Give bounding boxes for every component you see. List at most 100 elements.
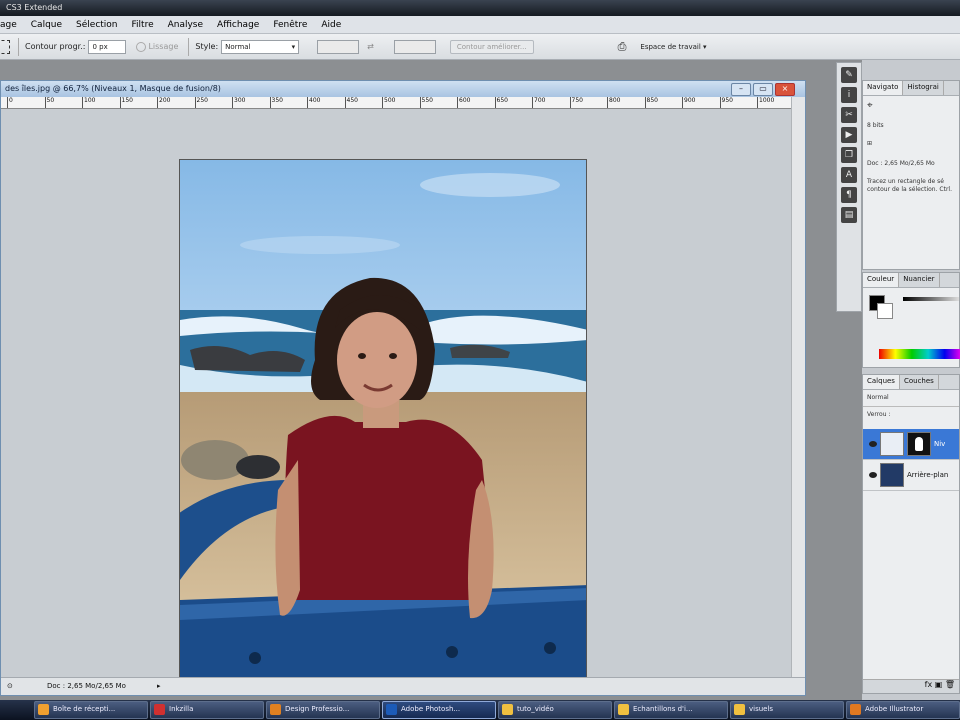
history-brush-icon[interactable]: ✎ [841, 67, 857, 83]
layer-comps-icon[interactable]: ▤ [841, 207, 857, 223]
taskbar-label: visuels [749, 705, 774, 713]
trash-icon[interactable]: 🗑 [945, 680, 955, 689]
new-layer-icon[interactable]: ▣ [935, 680, 943, 689]
tab-swatches[interactable]: Nuancier [899, 273, 940, 287]
menu-calque[interactable]: Calque [31, 20, 62, 30]
layer-name: Niv [934, 440, 946, 448]
taskbar-label: Echantillons d'i... [633, 705, 693, 713]
ruler-tick-label: 550 [419, 97, 433, 108]
tab-histogram[interactable]: Histograi [903, 81, 944, 95]
height-input[interactable] [393, 39, 436, 54]
taskbar-label: Boîte de récepti... [53, 705, 116, 713]
taskbar-item-tuto[interactable]: tuto_vidéo [498, 701, 612, 719]
ruler-tick-label: 450 [344, 97, 358, 108]
firefox-icon [270, 704, 281, 715]
document-window: des îles.jpg @ 66,7% (Niveaux 1, Masque … [0, 80, 806, 696]
photo-image[interactable] [179, 159, 587, 687]
paragraph-icon[interactable]: ¶ [841, 187, 857, 203]
folder-icon [734, 704, 745, 715]
ruler-tick-label: 850 [644, 97, 658, 108]
marquee-tool-icon[interactable] [0, 39, 10, 54]
visibility-eye-icon[interactable] [869, 441, 877, 447]
photoshop-icon [386, 704, 397, 715]
ruler-tick-label: 950 [719, 97, 733, 108]
taskbar-item-illustrator[interactable]: Adobe Illustrator [846, 701, 960, 719]
ruler-tick-label: 900 [682, 97, 695, 108]
color-spectrum[interactable] [879, 349, 960, 359]
browser-icon [154, 704, 165, 715]
navigator-panel: Navigato Histograi ⌖ 8 bits ⊞ Doc : 2,65… [862, 80, 960, 270]
status-menu-arrow[interactable]: ▸ [157, 678, 161, 694]
menu-affichage[interactable]: Affichage [217, 20, 259, 30]
taskbar-item-design[interactable]: Design Professio... [266, 701, 380, 719]
workspace-button[interactable]: Espace de travail ▾ [640, 43, 706, 51]
style-label: Style: [195, 42, 219, 51]
vertical-scrollbar[interactable] [791, 97, 805, 677]
tool-hint-text: Tracez un rectangle de sé contour de la … [867, 178, 952, 193]
illustrator-icon [850, 704, 861, 715]
photo-artwork [180, 160, 586, 686]
background-layer-thumbnail [880, 463, 904, 487]
zoom-icon[interactable]: ⊙ [7, 678, 13, 694]
menu-analyse[interactable]: Analyse [168, 20, 203, 30]
panels-dock: Navigato Histograi ⌖ 8 bits ⊞ Doc : 2,65… [862, 60, 960, 700]
maximize-button[interactable]: ▭ [753, 83, 773, 96]
layer-name: Arrière-plan [907, 471, 949, 479]
style-select[interactable]: Normal ▾ [221, 39, 300, 54]
clone-icon[interactable]: ❐ [841, 147, 857, 163]
ruler-tick-label: 700 [532, 97, 545, 108]
width-input[interactable] [317, 39, 360, 54]
ruler-tick-label: 800 [607, 97, 620, 108]
add-style-icon[interactable]: fx [925, 680, 933, 689]
taskbar-item-samples[interactable]: Echantillons d'i... [614, 701, 728, 719]
tab-color[interactable]: Couleur [863, 273, 900, 287]
color-slider[interactable] [903, 297, 959, 301]
document-title-bar[interactable]: des îles.jpg @ 66,7% (Niveaux 1, Masque … [1, 81, 805, 97]
actions-icon[interactable]: ▶ [841, 127, 857, 143]
antialias-checkbox[interactable] [136, 41, 147, 52]
folder-icon [502, 704, 513, 715]
menu-bar: age Calque Sélection Filtre Analyse Affi… [0, 16, 960, 34]
horizontal-ruler: 0 50 100 150 200 250 300 350 400 450 500 550 600 650 7… [1, 97, 791, 109]
close-button[interactable]: × [775, 83, 795, 96]
tab-navigator[interactable]: Navigato [863, 81, 904, 95]
type-icon[interactable]: A [841, 167, 857, 183]
taskbar-label: Adobe Illustrator [865, 705, 924, 713]
tab-layers[interactable]: Calques [863, 375, 900, 389]
swap-icon[interactable]: ⇄ [367, 42, 374, 51]
taskbar-item-visuels[interactable]: visuels [730, 701, 844, 719]
blend-mode-select[interactable]: Normal [863, 390, 959, 407]
tab-channels[interactable]: Couches [900, 375, 939, 389]
adjustment-layer-thumbnail [880, 432, 904, 456]
taskbar-label: Inkzilla [169, 705, 194, 713]
menu-fenetre[interactable]: Fenêtre [273, 20, 307, 30]
canvas-area[interactable] [1, 109, 791, 687]
menu-selection[interactable]: Sélection [76, 20, 117, 30]
tool-preset-icon[interactable]: ⎙ [618, 40, 627, 54]
menu-aide[interactable]: Aide [321, 20, 341, 30]
folder-icon [618, 704, 629, 715]
layers-footer: fx ▣ 🗑 [863, 679, 959, 693]
minimize-button[interactable]: – [731, 83, 751, 96]
info-icon[interactable]: i [841, 87, 857, 103]
menu-image[interactable]: age [0, 20, 17, 30]
menu-filtre[interactable]: Filtre [132, 20, 154, 30]
taskbar-item-photoshop[interactable]: Adobe Photosh... [382, 701, 496, 719]
ruler-tick-label: 300 [232, 97, 245, 108]
taskbar-label: tuto_vidéo [517, 705, 554, 713]
layer-row-background[interactable]: Arrière-plan [863, 460, 959, 491]
feather-input[interactable]: 0 px [88, 39, 127, 54]
app-title-bar: CS3 Extended [0, 0, 960, 16]
style-value: Normal [225, 42, 251, 51]
background-color-swatch[interactable] [877, 303, 893, 319]
layer-mask-thumbnail[interactable] [907, 432, 931, 456]
taskbar-item-inkzilla[interactable]: Inkzilla [150, 701, 264, 719]
taskbar-item-mail[interactable]: Boîte de récepti... [34, 701, 148, 719]
refine-edge-button[interactable]: Contour améliorer... [449, 39, 534, 54]
layer-row-levels[interactable]: Niv [863, 429, 959, 460]
tools-icon[interactable]: ✂ [841, 107, 857, 123]
mail-icon [38, 704, 49, 715]
visibility-eye-icon[interactable] [869, 472, 877, 478]
ruler-tick-label: 400 [307, 97, 320, 108]
ruler-tick-label: 250 [194, 97, 208, 108]
